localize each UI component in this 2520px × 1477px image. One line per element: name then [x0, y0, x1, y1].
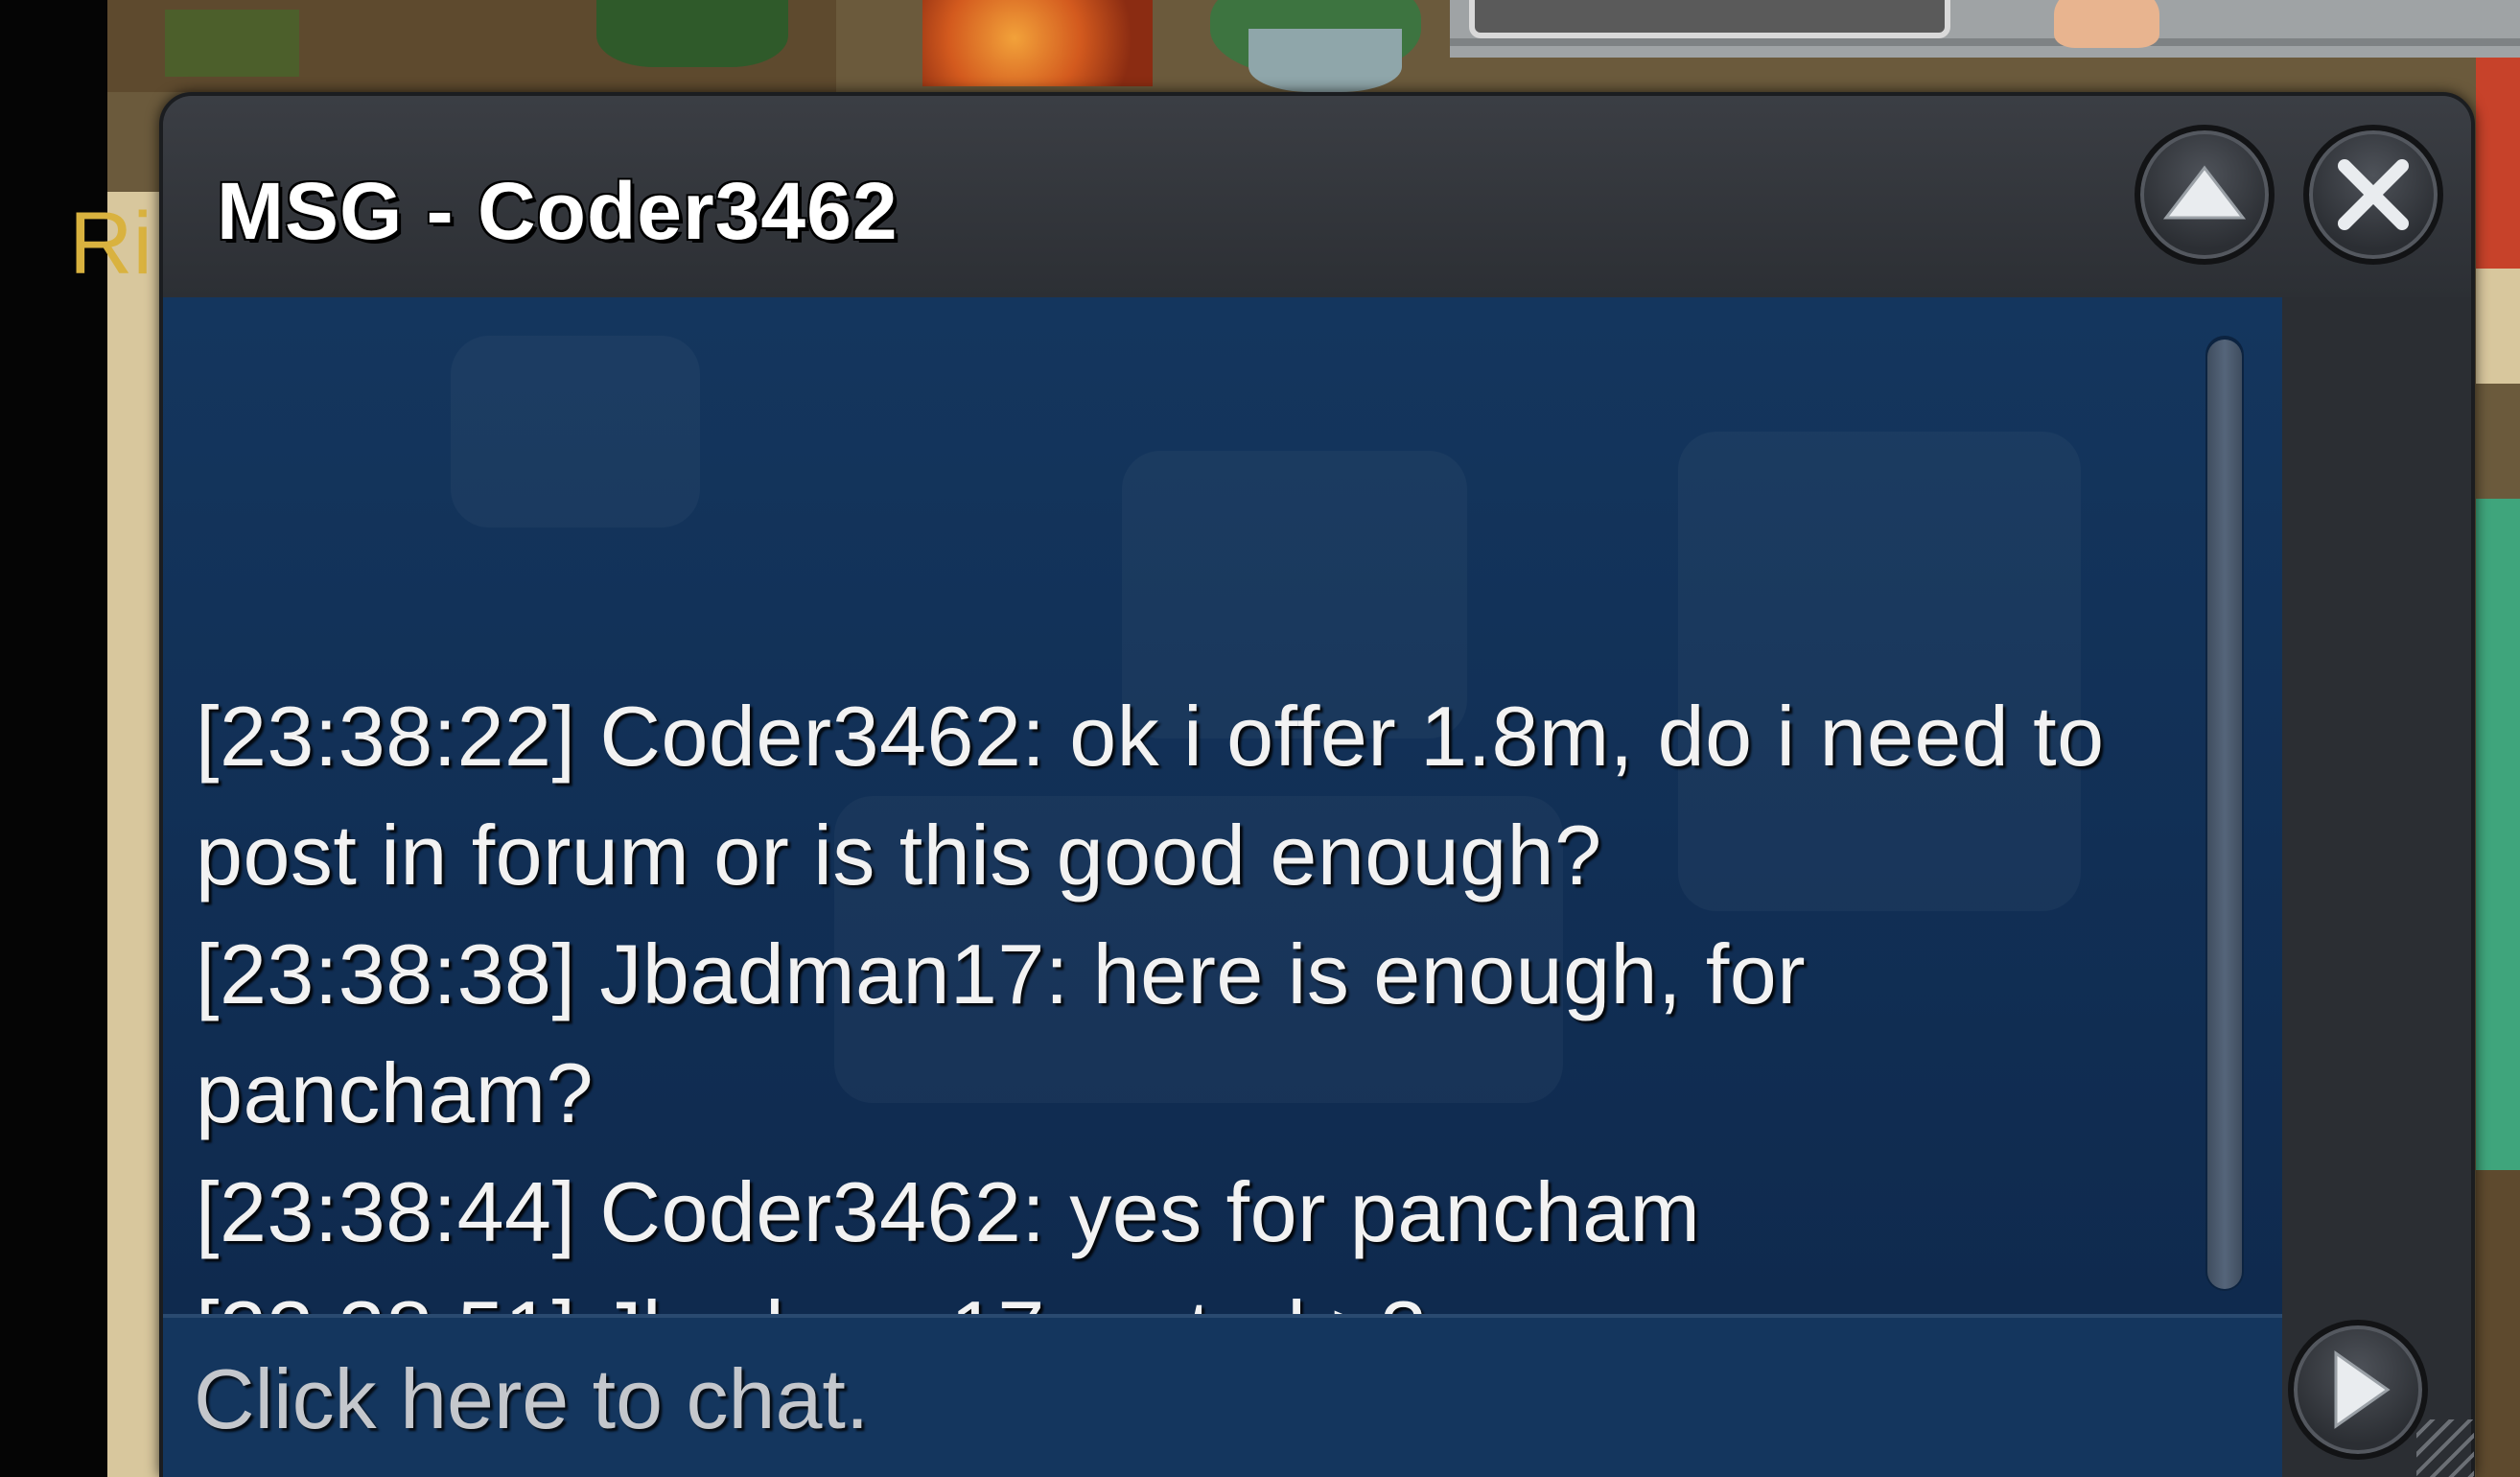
send-button[interactable]	[2288, 1320, 2428, 1460]
message-sender: Jbadman17	[599, 1283, 1044, 1314]
chat-message: [23:38:51] Jbadman17: noted >3	[196, 1272, 2190, 1314]
message-timestamp: [23:38:22]	[196, 689, 576, 784]
message-sender: Jbadman17	[599, 926, 1045, 1021]
scrollbar-thumb[interactable]	[2207, 340, 2242, 1289]
message-timestamp: [23:38:44]	[196, 1164, 576, 1259]
chevron-up-icon	[2162, 165, 2247, 220]
chat-message: [23:38:44] Coder3462: yes for pancham	[196, 1164, 1701, 1259]
message-timestamp: [23:38:38]	[196, 926, 576, 1021]
message-text: noted >3	[1093, 1283, 1428, 1314]
resize-grip[interactable]	[2416, 1419, 2474, 1477]
private-message-window: MSG - Coder3462 [23:38:22] Coder3462: ok…	[159, 92, 2475, 1477]
collapse-button[interactable]	[2135, 125, 2275, 265]
chat-title-bar[interactable]: MSG - Coder3462	[163, 96, 2471, 297]
arrow-right-icon	[2334, 1350, 2391, 1429]
chat-input-area[interactable]	[163, 1314, 2282, 1477]
chat-window-title: MSG - Coder3462	[217, 166, 898, 256]
message-list: [23:38:22] Coder3462: ok i offer 1.8m, d…	[196, 677, 2190, 1314]
message-sender: Coder3462	[599, 1164, 1022, 1259]
chat-input[interactable]	[192, 1341, 2248, 1458]
window-side-rail	[2282, 297, 2471, 1477]
background-location-label: Ri	[69, 195, 152, 293]
chat-message: [23:38:22] Coder3462: ok i offer 1.8m, d…	[196, 689, 2105, 903]
chat-message: [23:38:38] Jbadman17: here is enough, fo…	[196, 926, 1807, 1140]
message-history[interactable]: [23:38:22] Coder3462: ok i offer 1.8m, d…	[163, 297, 2282, 1314]
message-timestamp: [23:38:51]	[196, 1283, 575, 1314]
message-text: yes for pancham	[1069, 1164, 1701, 1259]
message-sender: Coder3462	[599, 689, 1022, 784]
close-icon	[2338, 159, 2409, 230]
close-button[interactable]	[2303, 125, 2443, 265]
